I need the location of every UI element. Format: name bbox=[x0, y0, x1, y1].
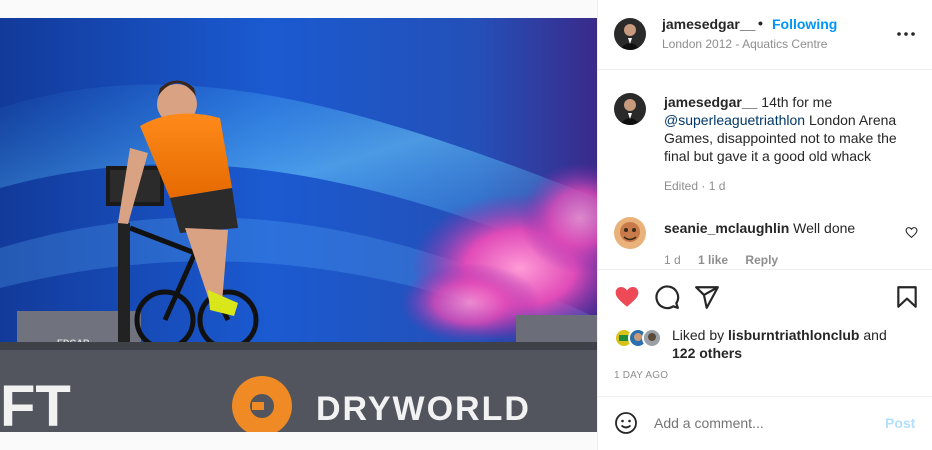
add-comment-input[interactable] bbox=[654, 415, 864, 431]
likes-count[interactable]: 122 others bbox=[672, 345, 742, 361]
post-comment-button[interactable]: Post bbox=[885, 415, 915, 431]
comment-likes[interactable]: 1 like bbox=[698, 253, 728, 267]
liked-by-text: Liked by lisburntriathlonclub and 122 ot… bbox=[672, 326, 922, 362]
comment-username[interactable]: seanie_mclaughlin bbox=[664, 220, 789, 236]
liker-avatar[interactable] bbox=[642, 328, 662, 348]
comment-time: 1 d bbox=[664, 253, 681, 267]
post-caption: jamesedgar__ 14th for me @superleaguetri… bbox=[664, 93, 916, 165]
bookmark-icon[interactable] bbox=[894, 284, 920, 310]
comment-reply-button[interactable]: Reply bbox=[745, 253, 778, 267]
following-button[interactable]: Following bbox=[772, 16, 837, 32]
separator-dot: • bbox=[758, 15, 763, 31]
liked-by-user[interactable]: lisburntriathlonclub bbox=[728, 327, 859, 343]
caption-meta: Edited · 1 d bbox=[664, 179, 726, 193]
liked-by-prefix: Liked by bbox=[672, 327, 729, 343]
add-comment-bar: Post bbox=[598, 396, 932, 450]
heart-filled-icon[interactable] bbox=[614, 284, 640, 310]
caption-text-start: 14th for me bbox=[757, 94, 833, 110]
comment-like-heart-icon[interactable] bbox=[905, 226, 918, 239]
banner-brand-text: DRYWORLD bbox=[316, 390, 531, 428]
post-location[interactable]: London 2012 - Aquatics Centre bbox=[662, 37, 827, 51]
comment-meta: 1 d 1 like Reply bbox=[664, 253, 792, 267]
comment-icon[interactable] bbox=[654, 284, 680, 310]
commenter-avatar[interactable] bbox=[614, 217, 646, 249]
send-icon[interactable] bbox=[694, 284, 720, 310]
caption-username[interactable]: jamesedgar__ bbox=[664, 94, 757, 110]
author-username[interactable]: jamesedgar__ bbox=[662, 16, 755, 32]
comment-text: Well done bbox=[789, 220, 856, 236]
comment: seanie_mclaughlin Well done bbox=[664, 220, 855, 236]
author-avatar[interactable] bbox=[614, 18, 646, 50]
caption-author-avatar[interactable] bbox=[614, 93, 646, 125]
liked-by-and: and bbox=[859, 327, 887, 343]
comments-area[interactable]: jamesedgar__ 14th for me @superleaguetri… bbox=[598, 71, 932, 269]
post-photo[interactable]: EDGAR FT DRYWORLD bbox=[0, 18, 597, 432]
caption-mention-link[interactable]: @superleaguetriathlon bbox=[664, 112, 805, 128]
more-horizontal-icon[interactable] bbox=[896, 24, 916, 44]
left-banner-text: FT bbox=[0, 374, 71, 432]
post-media: EDGAR FT DRYWORLD bbox=[0, 0, 597, 450]
post-actions: Liked by lisburntriathlonclub and 122 ot… bbox=[598, 269, 932, 396]
post-header: jamesedgar__ • Following London 2012 - A… bbox=[598, 0, 932, 70]
emoji-icon[interactable] bbox=[614, 411, 638, 435]
post-date[interactable]: 1 DAY AGO bbox=[614, 370, 668, 381]
post-side-panel: jamesedgar__ • Following London 2012 - A… bbox=[597, 0, 932, 450]
